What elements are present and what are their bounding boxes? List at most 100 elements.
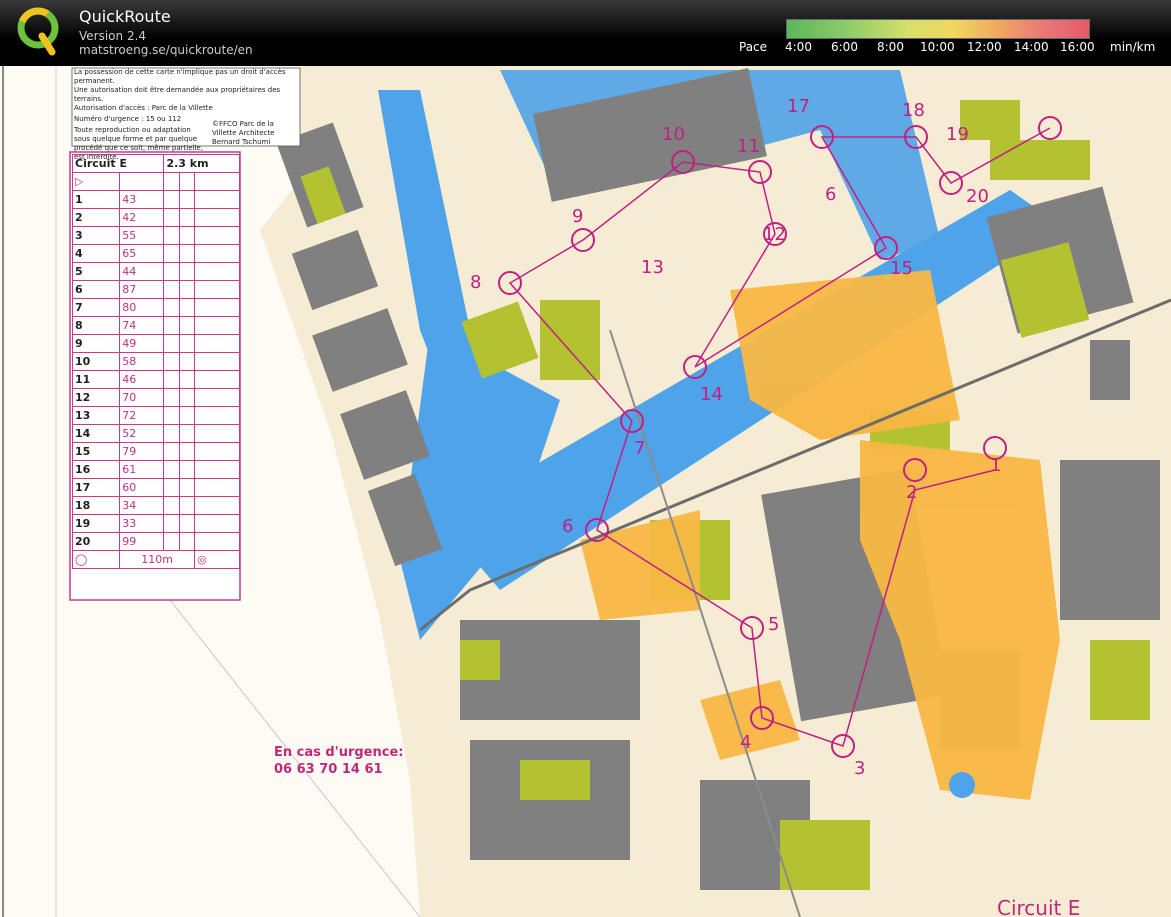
table-row: 4 65 [71, 244, 240, 263]
table-row: 7 80 [71, 298, 240, 317]
control-label: 4 [740, 732, 752, 753]
control-number: 3 [71, 226, 121, 245]
control-label: 9 [572, 206, 584, 227]
emergency-phone: 06 63 70 14 61 [274, 762, 383, 777]
control-label: 14 [700, 384, 723, 405]
app-url-link[interactable]: matstroeng.se/quickroute/en [79, 43, 253, 57]
table-row: 2 42 [71, 208, 240, 227]
control-label: 20 [966, 186, 989, 207]
control-number: 5 [71, 262, 121, 281]
table-row: 18 34 [71, 496, 240, 515]
control-number: 20 [71, 532, 121, 551]
control-code: 74 [119, 316, 165, 335]
control-number: 10 [71, 352, 121, 371]
note-line: ©FFCO Parc de la Villette Architecte Ber… [212, 120, 275, 146]
pace-color-scale [786, 19, 1090, 39]
control-code: 49 [119, 334, 165, 353]
control-table: Circuit E 2.3 km ▷ 1 43 2 42 3 55 4 65 5 44 6… [71, 154, 240, 569]
emergency-title: En cas d'urgence: [274, 745, 404, 760]
control-code: 58 [119, 352, 165, 371]
control-code: 52 [119, 424, 165, 443]
note-line: Autorisation d'accès : Parc de la Villet… [74, 104, 213, 112]
control-number: 14 [71, 424, 121, 443]
control-label: 5 [768, 614, 780, 635]
pace-label: Pace [739, 40, 768, 54]
note-line: La possession de cette carte n'implique … [74, 68, 286, 85]
legend-distance: 2.3 km [163, 154, 240, 173]
finish-circle-icon: ◎ [194, 550, 240, 569]
pace-tick: 4:00 [785, 40, 812, 54]
pace-tick: 16:00 [1060, 40, 1095, 54]
control-number: 4 [71, 244, 121, 263]
finish-circle-icon: ◯ [71, 550, 121, 569]
control-number: 12 [71, 388, 121, 407]
orienteering-map[interactable]: 1 2 3 4 5 6 7 8 9 10 11 12 13 14 15 6 17… [0, 66, 1171, 917]
table-row: 16 61 [71, 460, 240, 479]
control-code: 42 [119, 208, 165, 227]
map-notes: La possession de cette carte n'implique … [74, 68, 300, 161]
table-row: 12 70 [71, 388, 240, 407]
finish-distance: 110m [119, 550, 196, 569]
control-description-sheet: Circuit E 2.3 km ▷ 1 43 2 42 3 55 4 65 5 44 6… [71, 154, 240, 604]
control-label: 10 [662, 124, 685, 145]
control-code: 55 [119, 226, 165, 245]
pace-tick: 6:00 [831, 40, 858, 54]
circuit-footer-label: Circuit E [997, 896, 1081, 917]
control-number: 17 [71, 478, 121, 497]
control-code: 87 [119, 280, 165, 299]
control-code: 60 [119, 478, 165, 497]
control-label: 15 [890, 258, 913, 279]
control-number: 1 [71, 190, 121, 209]
control-number: 15 [71, 442, 121, 461]
control-code: 44 [119, 262, 165, 281]
control-number: 2 [71, 208, 121, 227]
pace-unit: min/km [1110, 40, 1156, 54]
table-row: 3 55 [71, 226, 240, 245]
pace-tick: 10:00 [920, 40, 955, 54]
table-row: 10 58 [71, 352, 240, 371]
control-label: 2 [906, 482, 918, 503]
control-number: 11 [71, 370, 121, 389]
app-version: Version 2.4 [79, 29, 147, 43]
control-number: 13 [71, 406, 121, 425]
control-code: 43 [119, 190, 165, 209]
control-label: 18 [902, 100, 925, 121]
control-code: 79 [119, 442, 165, 461]
control-code: 33 [119, 514, 165, 533]
control-code: 80 [119, 298, 165, 317]
control-number: 6 [71, 280, 121, 299]
control-number: 8 [71, 316, 121, 335]
control-code: 46 [119, 370, 165, 389]
table-row: 17 60 [71, 478, 240, 497]
control-number: 7 [71, 298, 121, 317]
control-label: 8 [470, 272, 482, 293]
legend-title: Circuit E [71, 154, 165, 173]
control-label: 19 [946, 124, 969, 145]
control-number: 18 [71, 496, 121, 515]
table-row: 11 46 [71, 370, 240, 389]
control-number: 19 [71, 514, 121, 533]
table-row: 15 79 [71, 442, 240, 461]
table-row: 9 49 [71, 334, 240, 353]
control-number: 16 [71, 460, 121, 479]
table-row: 20 99 [71, 532, 240, 551]
app-header: QuickRoute Version 2.4 matstroeng.se/qui… [0, 0, 1171, 66]
control-label: 1 [990, 455, 1002, 476]
start-triangle-icon: ▷ [71, 172, 121, 191]
control-label: 11 [737, 136, 760, 157]
control-label: 7 [634, 438, 646, 459]
control-code: 65 [119, 244, 165, 263]
app-name: QuickRoute [79, 7, 171, 26]
control-number: 9 [71, 334, 121, 353]
control-code: 34 [119, 496, 165, 515]
emergency-info: En cas d'urgence: 06 63 70 14 61 [274, 744, 403, 778]
note-line: Une autorisation doit être demandée aux … [74, 86, 281, 103]
control-label: 3 [854, 758, 866, 779]
table-row: 6 87 [71, 280, 240, 299]
control-label: 13 [641, 257, 664, 278]
control-code: 61 [119, 460, 165, 479]
control-code: 72 [119, 406, 165, 425]
table-row: 14 52 [71, 424, 240, 443]
table-row: 19 33 [71, 514, 240, 533]
control-label: 12 [763, 224, 786, 245]
